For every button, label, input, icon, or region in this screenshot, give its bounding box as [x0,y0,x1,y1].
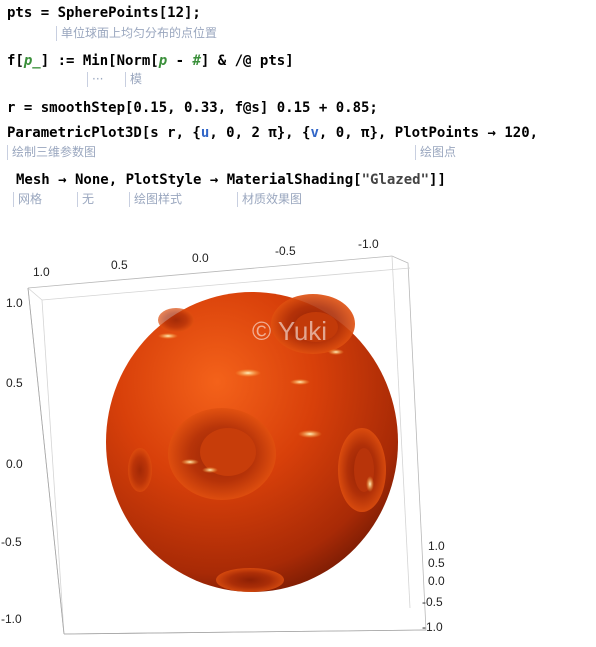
code-text: , 0, π}, PlotPoints → 120, [318,125,539,141]
annotation-none: 无 [77,192,94,207]
code-text: - [167,53,193,69]
code-text: f[ [7,53,24,69]
left-tick-label: -0.5 [1,535,22,549]
top-tick-label: 0.0 [192,251,209,265]
code-line-5[interactable]: Mesh → None, PlotStyle → MaterialShading… [16,171,446,189]
code-text: r = smoothStep[0.15, 0.33, f@s] 0.15 + 0… [7,100,378,116]
annotation-ellipsis: ··· [87,72,103,87]
code-pattern: p_ [23,53,41,69]
top-tick-label: -1.0 [358,237,379,251]
annotation-parametric-plot: 绘制三维参数图 [7,145,96,160]
watermark: © Yuki [252,316,327,346]
code-line-2[interactable]: f[p_] := Min[Norm[p - #] & /@ pts] [7,52,294,70]
code-slot: # [192,53,201,69]
annotation-norm: 模 [125,72,142,87]
left-tick-label: 1.0 [6,296,23,310]
right-tick-label: 0.0 [428,574,445,588]
annotation-plot-style: 绘图样式 [129,192,182,207]
top-tick-label: 1.0 [33,265,50,279]
right-tick-label: -0.5 [422,595,443,609]
code-text: ] & /@ pts] [200,53,294,69]
left-tick-label: 0.5 [6,376,23,390]
code-text: ParametricPlot3D[s r, { [7,125,201,141]
code-text: ]] [429,172,446,188]
code-text: , 0, 2 π}, { [209,125,311,141]
annotation-material-shading: 材质效果图 [237,192,302,207]
code-string: "Glazed" [361,172,430,188]
annotation-mesh: 网格 [13,192,42,207]
annotation-plot-points: 绘图点 [415,145,456,160]
right-tick-label: -1.0 [422,620,443,634]
parametric-plot-3d[interactable]: © Yuki [0,225,596,647]
annotation-sphere-points: 单位球面上均匀分布的点位置 [56,26,217,41]
code-variable: p [158,53,168,69]
code-line-1[interactable]: pts = SpherePoints[12]; [7,4,201,22]
top-tick-label: -0.5 [275,244,296,258]
code-line-4[interactable]: ParametricPlot3D[s r, {u, 0, 2 π}, {v, 0… [7,124,538,142]
code-text: Mesh → None, PlotStyle → MaterialShading… [16,172,362,188]
code-text: pts = SpherePoints[12]; [7,5,201,21]
right-tick-label: 0.5 [428,556,445,570]
code-text: ] := Min[Norm[ [40,53,159,69]
right-tick-label: 1.0 [428,539,445,553]
left-tick-label: 0.0 [6,457,23,471]
code-line-3[interactable]: r = smoothStep[0.15, 0.33, f@s] 0.15 + 0… [7,99,378,117]
top-tick-label: 0.5 [111,258,128,272]
code-variable: v [310,125,319,141]
left-tick-label: -1.0 [1,612,22,626]
